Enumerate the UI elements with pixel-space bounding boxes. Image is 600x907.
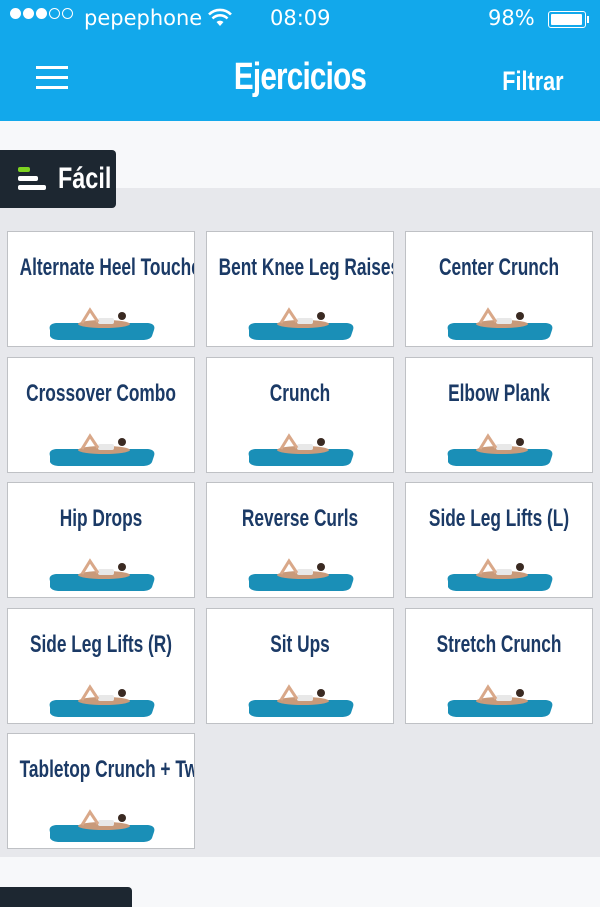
exercise-illustration (49, 684, 155, 717)
exercise-illustration (447, 558, 553, 591)
exercise-illustration (248, 558, 354, 591)
exercise-title: Side Leg Lifts (L) (428, 505, 570, 532)
battery-icon (548, 11, 586, 28)
exercise-illustration (49, 433, 155, 466)
hamburger-menu-icon[interactable] (36, 66, 68, 90)
section-label: Fácil (58, 162, 112, 195)
exercise-illustration (447, 433, 553, 466)
battery-percent: 98% (488, 6, 535, 30)
difficulty-level-icon (18, 167, 46, 193)
battery-tip (587, 16, 589, 23)
exercise-card[interactable]: Elbow Plank (405, 357, 593, 473)
exercise-title: Elbow Plank (448, 380, 550, 407)
next-section-header[interactable] (0, 887, 132, 907)
top-bar: pepephone 08:09 98% Ejercicios Filtrar (0, 0, 600, 121)
exercise-title: Alternate Heel Touchers (19, 254, 194, 281)
exercise-title: Tabletop Crunch + Twist (19, 756, 194, 783)
exercise-illustration (49, 558, 155, 591)
exercise-card[interactable]: Hip Drops (7, 482, 195, 598)
exercise-card[interactable]: Sit Ups (206, 608, 394, 724)
exercise-card[interactable]: Crunch (206, 357, 394, 473)
carrier-name: pepephone (84, 6, 203, 30)
exercise-title: Bent Knee Leg Raises (218, 254, 394, 281)
status-bar: pepephone 08:09 98% (0, 0, 600, 40)
exercise-card[interactable]: Stretch Crunch (405, 608, 593, 724)
exercise-illustration (49, 809, 155, 842)
exercise-title: Hip Drops (59, 505, 143, 532)
exercise-title: Crossover Combo (26, 380, 176, 407)
exercise-title: Side Leg Lifts (R) (29, 631, 173, 658)
exercise-card[interactable]: Reverse Curls (206, 482, 394, 598)
wifi-icon (208, 8, 232, 26)
exercise-card[interactable]: Crossover Combo (7, 357, 195, 473)
difficulty-section-header[interactable]: Fácil (0, 150, 116, 208)
signal-strength-icon (10, 8, 73, 19)
page-title: Ejercicios (233, 56, 367, 98)
exercise-title: Stretch Crunch (436, 631, 562, 658)
exercise-card[interactable]: Center Crunch (405, 231, 593, 347)
exercise-card[interactable]: Side Leg Lifts (L) (405, 482, 593, 598)
filter-button[interactable]: Filtrar (503, 66, 564, 97)
exercise-title: Sit Ups (270, 631, 330, 658)
exercise-illustration (248, 307, 354, 340)
exercise-title: Center Crunch (438, 254, 560, 281)
exercise-card[interactable]: Alternate Heel Touchers (7, 231, 195, 347)
exercise-title: Reverse Curls (241, 505, 359, 532)
exercise-illustration (447, 684, 553, 717)
exercise-title: Crunch (269, 380, 331, 407)
exercise-illustration (248, 684, 354, 717)
exercise-card[interactable]: Bent Knee Leg Raises (206, 231, 394, 347)
clock: 08:09 (270, 6, 331, 30)
exercise-illustration (49, 307, 155, 340)
exercise-card[interactable]: Tabletop Crunch + Twist (7, 733, 195, 849)
exercise-grid: Alternate Heel Touchers Bent Knee Leg Rai… (0, 188, 600, 857)
exercise-illustration (447, 307, 553, 340)
exercise-card[interactable]: Side Leg Lifts (R) (7, 608, 195, 724)
exercise-illustration (248, 433, 354, 466)
